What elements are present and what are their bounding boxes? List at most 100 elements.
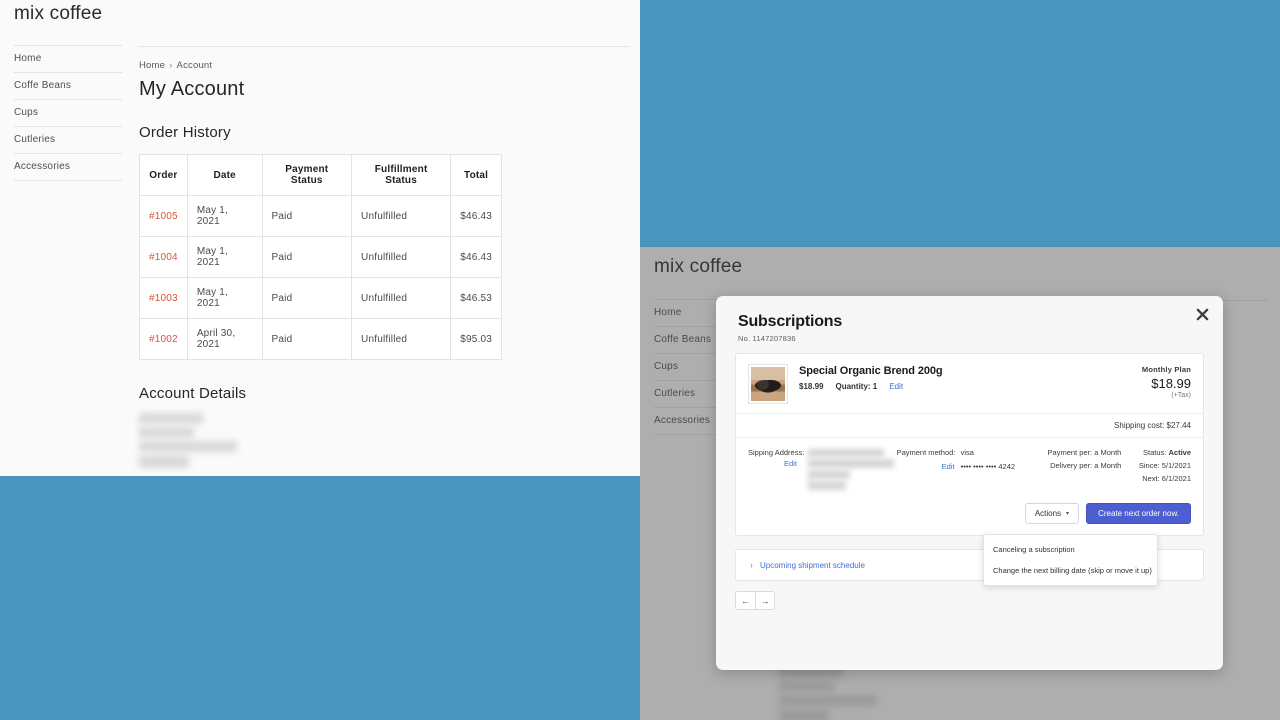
product-price: $18.99 bbox=[799, 382, 824, 391]
breadcrumb: Home ›Account bbox=[139, 60, 629, 71]
order-fulfillment-status: Unfulfilled bbox=[351, 195, 452, 237]
sidebar-item-cups[interactable]: Cups bbox=[14, 100, 122, 127]
table-header-row: Order Date Payment Status Fulfillment St… bbox=[139, 154, 502, 196]
table-row: #1005 May 1, 2021 Paid Unfulfilled $46.4… bbox=[139, 195, 502, 237]
column-header-payment-status: Payment Status bbox=[261, 154, 353, 196]
chevron-down-icon: ▾ bbox=[1066, 511, 1070, 517]
order-date: May 1, 2021 bbox=[186, 277, 263, 319]
order-payment-status: Paid bbox=[261, 318, 353, 360]
order-payment-status: Paid bbox=[261, 236, 353, 278]
product-info: Special Organic Brend 200g $18.99 Quanti… bbox=[799, 364, 1142, 391]
order-link[interactable]: #1005 bbox=[139, 195, 188, 237]
shipping-address-redacted bbox=[806, 448, 894, 492]
order-fulfillment-status: Unfulfilled bbox=[351, 277, 452, 319]
order-history-table: Order Date Payment Status Fulfillment St… bbox=[139, 154, 502, 360]
status-block: Status: Active Since: 5/1/2021 Next: 6/1… bbox=[1121, 448, 1191, 492]
breadcrumb-separator: › bbox=[169, 60, 173, 71]
plan-label: Monthly Plan bbox=[1141, 365, 1191, 374]
actions-dropdown-menu: Canceling a subscription Change the next… bbox=[983, 534, 1158, 586]
order-history-heading: Order History bbox=[139, 124, 231, 141]
sidebar-item-cutleries[interactable]: Cutleries bbox=[14, 127, 122, 154]
column-header-order: Order bbox=[139, 154, 188, 196]
store-page-left: mix coffee Home Coffe Beans Cups Cutleri… bbox=[0, 0, 640, 476]
shipping-address-label: Sipping Address: bbox=[748, 448, 805, 457]
payment-method-edit-link[interactable]: Edit bbox=[897, 462, 961, 471]
page-title: My Account bbox=[139, 78, 245, 100]
subscription-details: Sipping Address: Edit Payment method: vi… bbox=[736, 438, 1203, 500]
order-date: May 1, 2021 bbox=[186, 195, 263, 237]
plan-price: $18.99 bbox=[1151, 376, 1191, 391]
screen: mix coffee Home Coffe Beans Cups Cutleri… bbox=[0, 0, 1280, 720]
payment-method-block: Payment method: visa Edit •••• •••• ••••… bbox=[897, 448, 1036, 492]
status-label: Status: bbox=[1143, 448, 1167, 457]
next-date: Next: 6/1/2021 bbox=[1142, 474, 1191, 483]
order-link[interactable]: #1004 bbox=[139, 236, 188, 278]
breadcrumb-home[interactable]: Home bbox=[139, 60, 165, 71]
order-link[interactable]: #1003 bbox=[139, 277, 188, 319]
pagination-next-button[interactable]: → bbox=[755, 592, 774, 609]
sidebar-item-coffe-beans[interactable]: Coffe Beans bbox=[14, 73, 122, 100]
product-quantity: Quantity: 1 bbox=[835, 382, 878, 391]
since-date: Since: 5/1/2021 bbox=[1138, 461, 1191, 470]
order-payment-status: Paid bbox=[261, 195, 353, 237]
order-fulfillment-status: Unfulfilled bbox=[351, 236, 452, 278]
billing-cadence-block: Payment per: a Month Delivery per: a Mon… bbox=[1036, 448, 1122, 492]
order-total: $46.53 bbox=[450, 277, 502, 319]
account-details-redacted bbox=[139, 413, 254, 475]
product-thumbnail bbox=[748, 364, 788, 404]
pagination-prev-button[interactable]: ← bbox=[736, 592, 755, 609]
table-row: #1002 April 30, 2021 Paid Unfulfilled $9… bbox=[139, 318, 502, 360]
table-row: #1003 May 1, 2021 Paid Unfulfilled $46.5… bbox=[139, 277, 502, 319]
breadcrumb-current: Account bbox=[176, 60, 213, 71]
actions-button[interactable]: Actions ▾ bbox=[1024, 503, 1080, 524]
modal-title: Subscriptions bbox=[738, 313, 843, 330]
order-link[interactable]: #1002 bbox=[139, 318, 188, 360]
actions-button-label: Actions bbox=[1034, 509, 1062, 518]
status-badge: Active bbox=[1168, 448, 1191, 457]
order-total: $46.43 bbox=[450, 236, 502, 278]
order-total: $46.43 bbox=[450, 195, 502, 237]
subscription-product-row: Special Organic Brend 200g $18.99 Quanti… bbox=[736, 354, 1203, 414]
sidebar: Home Coffe Beans Cups Cutleries Accessor… bbox=[14, 45, 122, 181]
menu-item-change-billing-date[interactable]: Change the next billing date (skip or mo… bbox=[984, 560, 1157, 581]
subscriptions-modal: Subscriptions No. 1147207836 Special Org… bbox=[716, 296, 1223, 670]
subscription-number: No. 1147207836 bbox=[738, 334, 796, 343]
product-name: Special Organic Brend 200g bbox=[799, 365, 943, 377]
shipping-address-head: Sipping Address: bbox=[748, 448, 897, 492]
order-total: $95.03 bbox=[450, 318, 502, 360]
payment-per: Payment per: a Month bbox=[1047, 448, 1122, 457]
payment-method-head: Payment method: visa bbox=[897, 448, 1036, 457]
table-row: #1004 May 1, 2021 Paid Unfulfilled $46.4… bbox=[139, 236, 502, 278]
create-next-order-button[interactable]: Create next order now. bbox=[1086, 503, 1191, 524]
subscription-card: Special Organic Brend 200g $18.99 Quanti… bbox=[735, 353, 1204, 536]
column-header-total: Total bbox=[450, 154, 502, 196]
upcoming-shipment-schedule-link[interactable]: Upcoming shipment schedule bbox=[760, 561, 865, 570]
shipping-address-edit-link[interactable]: Edit bbox=[784, 459, 797, 468]
menu-item-cancel-subscription[interactable]: Canceling a subscription bbox=[984, 539, 1157, 560]
chevron-right-icon: › bbox=[750, 560, 753, 570]
column-header-date: Date bbox=[186, 154, 263, 196]
edit-quantity-link[interactable]: Edit bbox=[889, 382, 903, 391]
order-date: May 1, 2021 bbox=[186, 236, 263, 278]
store-page-content: mix coffee Home Coffe Beans Cups Cutleri… bbox=[0, 0, 640, 476]
plan-tax-note: (+Tax) bbox=[1171, 392, 1191, 399]
column-header-fulfillment-status: Fulfillment Status bbox=[351, 154, 452, 196]
order-date: April 30, 2021 bbox=[186, 318, 263, 360]
close-icon[interactable] bbox=[1193, 307, 1211, 325]
order-payment-status: Paid bbox=[261, 277, 353, 319]
store-brand[interactable]: mix coffee bbox=[654, 256, 742, 278]
store-brand[interactable]: mix coffee bbox=[14, 3, 102, 25]
coffee-beans-photo bbox=[751, 367, 785, 401]
payment-card-number: •••• •••• •••• 4242 bbox=[960, 462, 1016, 471]
payment-number-row: Edit •••• •••• •••• 4242 bbox=[897, 462, 1036, 471]
account-details-redacted bbox=[779, 667, 894, 720]
main-content: Home ›Account My Account Order History Or… bbox=[139, 46, 629, 476]
product-meta: $18.99 Quantity: 1 Edit bbox=[799, 382, 1142, 391]
delivery-per: Delivery per: a Month bbox=[1050, 461, 1122, 470]
sidebar-item-home[interactable]: Home bbox=[14, 45, 122, 73]
shipping-address-block: Sipping Address: Edit bbox=[748, 448, 897, 492]
payment-brand: visa bbox=[960, 448, 974, 457]
sidebar-item-accessories[interactable]: Accessories bbox=[14, 154, 122, 181]
account-details-heading: Account Details bbox=[139, 385, 247, 402]
status-row: Status: Active bbox=[1121, 448, 1191, 457]
